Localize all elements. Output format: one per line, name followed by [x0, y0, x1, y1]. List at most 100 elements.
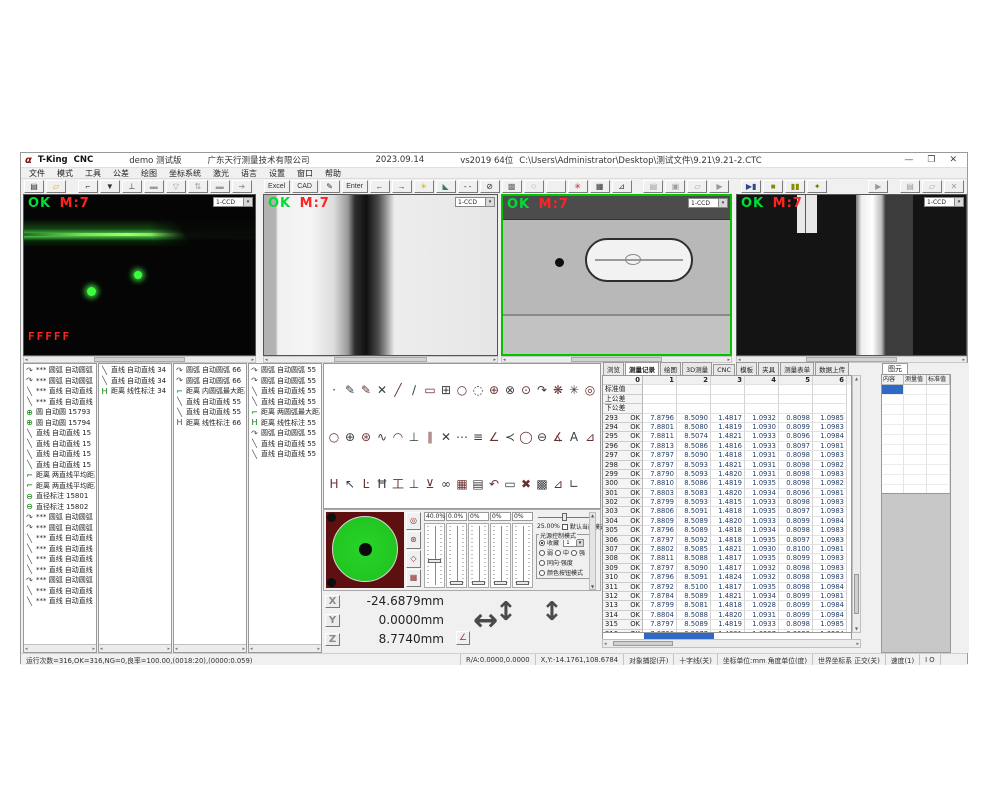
camera-view-3-selected[interactable]: OK M:7 1-CCD ▾ ◂▸	[501, 194, 732, 363]
list-item[interactable]: ╲*** 直线自动直线	[24, 386, 96, 397]
play-single-button[interactable]: ▶	[868, 180, 888, 193]
palette-tool-icon[interactable]: ◯	[518, 430, 534, 444]
table-row[interactable]: 306OK7.87978.50921.48181.09350.80971.098…	[603, 536, 851, 545]
nav-forward-button[interactable]: →	[392, 180, 412, 193]
table-row[interactable]: 305OK7.87968.50891.48181.09340.80981.098…	[603, 526, 851, 535]
list-item[interactable]: ╲*** 直线自动直线	[24, 554, 96, 565]
probe-up-button[interactable]: ▽	[166, 180, 186, 193]
palette-tool-icon[interactable]: ⊙	[518, 383, 534, 397]
palette-tool-icon[interactable]: ⊗	[502, 383, 518, 397]
element-row[interactable]	[882, 385, 950, 395]
palette-tool-icon[interactable]: ✎	[358, 383, 374, 397]
restore-button[interactable]: ❐	[927, 155, 935, 165]
menu-item-激光[interactable]: 激光	[213, 168, 229, 179]
feature-list-4-scrollbar[interactable]: ◂▸	[249, 644, 321, 652]
tab-浏览[interactable]: 浏览	[603, 362, 624, 375]
element-row[interactable]	[882, 435, 950, 445]
table-row[interactable]: 307OK7.88028.50851.48211.09300.81001.098…	[603, 545, 851, 554]
list-item[interactable]: ╲*** 直线自动直线	[24, 596, 96, 607]
list-item[interactable]: ⊖直径标注15802	[24, 502, 96, 513]
list-item[interactable]: ╲直线自动直线 55	[249, 397, 321, 408]
chevron-down-icon[interactable]: ▾	[243, 198, 252, 206]
palette-tool-icon[interactable]: ↷	[534, 383, 550, 397]
palette-tool-icon[interactable]: ○	[454, 383, 470, 397]
list-item[interactable]: ╲直线自动直线 55	[174, 407, 246, 418]
palette-tool-icon[interactable]: ✳	[566, 383, 582, 397]
palette-tool-icon[interactable]: ▤	[470, 477, 486, 491]
camera-view-2[interactable]: OK M:7 1-CCD ▾ ◂▸	[263, 194, 498, 363]
options-scrollbar[interactable]: ▲▼	[589, 512, 596, 590]
results-vertical-scrollbar[interactable]: ▲▼	[852, 375, 861, 633]
diagonal-move-button[interactable]: ∠	[456, 631, 470, 645]
element-row[interactable]	[882, 425, 950, 435]
element-row[interactable]	[882, 455, 950, 465]
list-item[interactable]: ⊖直径标注15801	[24, 491, 96, 502]
chart-button[interactable]: ⊿	[612, 180, 632, 193]
ring-light-indicator[interactable]	[326, 512, 404, 588]
palette-tool-icon[interactable]: ▭	[422, 383, 438, 397]
element-row[interactable]	[882, 445, 950, 455]
menu-item-绘图[interactable]: 绘图	[141, 168, 157, 179]
palette-tool-icon[interactable]: ⊖	[534, 430, 550, 444]
nav-back-button[interactable]: ←	[370, 180, 390, 193]
table-row[interactable]: 315OK7.87978.50891.48191.09330.80981.098…	[603, 620, 851, 629]
list-item[interactable]: H距离线性标注 66	[174, 418, 246, 429]
light-slider-track[interactable]	[490, 523, 511, 588]
list-item[interactable]: ╲*** 直线自动直线	[24, 544, 96, 555]
list-item[interactable]: ↷*** 圆弧自动圆弧	[24, 376, 96, 387]
favorite-radio[interactable]	[539, 540, 545, 546]
palette-tool-icon[interactable]: ▩	[534, 477, 550, 491]
table-row[interactable]: 308OK7.88118.50881.48171.09350.80991.098…	[603, 554, 851, 563]
light-slider-thumb[interactable]	[472, 581, 485, 585]
chevron-down-icon[interactable]: ▾	[954, 198, 963, 206]
palette-tool-icon[interactable]: ◠	[390, 430, 406, 444]
clear-result-button[interactable]: ✕	[944, 180, 964, 193]
menu-item-设置[interactable]: 设置	[269, 168, 285, 179]
camera-1-selector[interactable]: 1-CCD ▾	[213, 197, 253, 207]
list-item[interactable]: ╲直线自动直线 34	[99, 365, 171, 376]
menu-item-工具[interactable]: 工具	[85, 168, 101, 179]
menu-item-窗口[interactable]: 窗口	[297, 168, 313, 179]
stage-move-button[interactable]: ⌐	[78, 180, 98, 193]
palette-tool-icon[interactable]: ⊥	[406, 477, 422, 491]
palette-tool-icon[interactable]: ▭	[502, 477, 518, 491]
palette-tool-icon[interactable]: H	[326, 477, 342, 491]
image-view-button[interactable]: ◣	[436, 180, 456, 193]
feature-list-3-scrollbar[interactable]: ◂▸	[174, 644, 246, 652]
table-row[interactable]: 299OK7.87908.50931.48201.09310.80981.098…	[603, 470, 851, 479]
palette-tool-icon[interactable]: A	[566, 430, 582, 444]
minimize-button[interactable]: —	[904, 155, 913, 165]
list-item[interactable]: ╲直线自动直线 55	[249, 386, 321, 397]
list-item[interactable]: ↷圆弧自动圆弧 55	[249, 428, 321, 439]
palette-tool-icon[interactable]: ○	[326, 430, 342, 444]
dashes-button[interactable]: - -	[458, 180, 478, 193]
list-item[interactable]: H距离线性标注 34	[99, 386, 171, 397]
close-button[interactable]: ✕	[949, 155, 957, 165]
palette-tool-icon[interactable]: 工	[390, 475, 406, 492]
menu-item-帮助[interactable]: 帮助	[325, 168, 341, 179]
lasso-button[interactable]: ◌	[524, 180, 544, 193]
palette-tool-icon[interactable]: ⊿	[550, 477, 566, 491]
list-item[interactable]: ╲直线自动直线 15	[24, 428, 96, 439]
light-mode-button[interactable]: ⊛	[406, 531, 421, 549]
table-row[interactable]: 310OK7.87968.50911.48241.09320.80981.098…	[603, 573, 851, 582]
palette-tool-icon[interactable]: ⊥	[406, 430, 422, 444]
jog-y-arrows-icon[interactable]: ↕	[495, 597, 517, 627]
camera-1-scrollbar[interactable]: ◂▸	[23, 356, 256, 363]
list-item[interactable]: ↷圆弧自动圆弧 66	[174, 365, 246, 376]
table-row[interactable]: 293OK7.87968.50901.48171.09320.80981.098…	[603, 414, 851, 423]
palette-tool-icon[interactable]: ⊕	[486, 383, 502, 397]
light-slider-track[interactable]	[512, 523, 533, 588]
menu-item-坐标系统[interactable]: 坐标系统	[169, 168, 201, 179]
palette-tool-icon[interactable]: ↖	[342, 477, 358, 491]
table-row[interactable]: 301OK7.88038.50831.48201.09340.80961.098…	[603, 489, 851, 498]
list-item[interactable]: ↷圆弧自动圆弧 55	[249, 365, 321, 376]
light-slider-thumb[interactable]	[494, 581, 507, 585]
camera-3-image[interactable]: OK M:7 1-CCD ▾	[501, 194, 732, 356]
list-item[interactable]: ╲直线自动直线 15	[24, 460, 96, 471]
chevron-down-icon[interactable]: ▾	[576, 540, 583, 546]
save-result-button[interactable]: ▤	[900, 180, 920, 193]
zoom-slider-thumb[interactable]	[562, 513, 567, 521]
palette-tool-icon[interactable]: ⊿	[582, 430, 598, 444]
light-slider-thumb[interactable]	[516, 581, 529, 585]
